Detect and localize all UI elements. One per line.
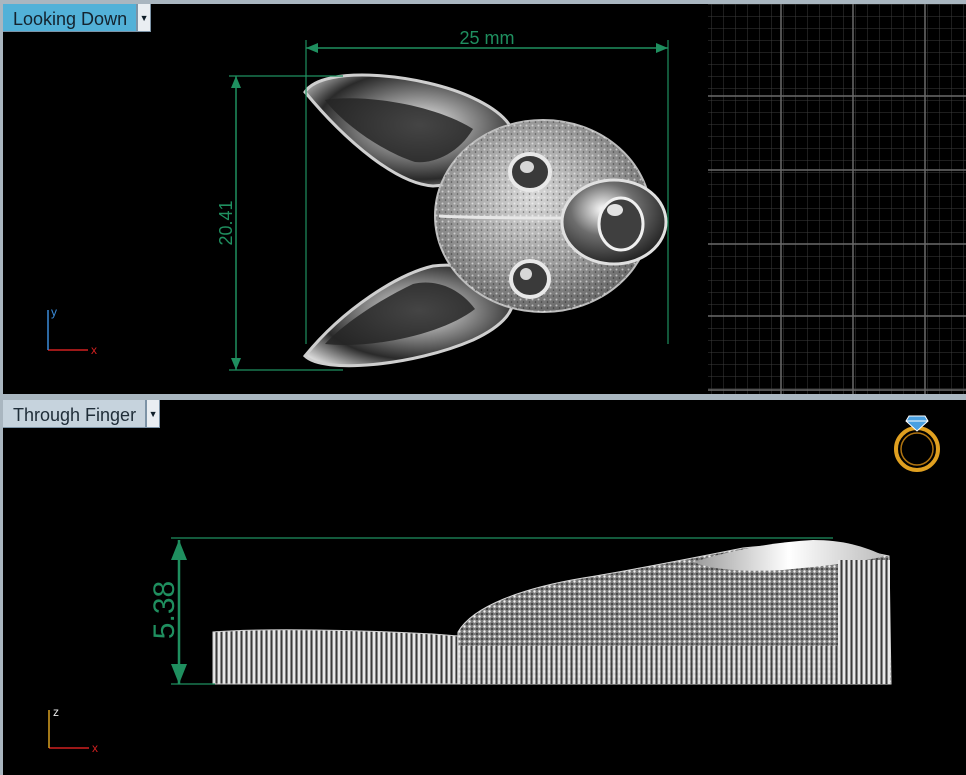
construction-grid bbox=[708, 4, 966, 394]
top-scene: 25 mm 20.41 x y bbox=[47, 4, 966, 394]
bunny-model-side[interactable] bbox=[212, 540, 892, 685]
dimension-height-label: 20.41 bbox=[216, 200, 236, 245]
bunny-model-top[interactable] bbox=[302, 73, 668, 368]
axis-indicator-xz: x z bbox=[48, 705, 98, 755]
viewport-through-finger[interactable]: Through Finger ▼ 5.38 x z bbox=[3, 400, 966, 775]
axis-x-label: x bbox=[92, 741, 98, 755]
axis-x-label: x bbox=[91, 343, 97, 357]
viewport-tab-looking-down[interactable]: Looking Down ▼ bbox=[3, 4, 152, 32]
axis-z-label: z bbox=[53, 705, 59, 719]
dimension-thickness-label: 5.38 bbox=[148, 581, 181, 639]
chevron-down-icon[interactable]: ▼ bbox=[137, 4, 152, 32]
viewport-tab-label[interactable]: Through Finger bbox=[3, 400, 147, 428]
axis-y-label: y bbox=[51, 305, 57, 319]
ring-gem-icon[interactable] bbox=[894, 415, 940, 472]
viewport-looking-down[interactable]: Looking Down ▼ 25 mm 20.41 x y bbox=[3, 4, 966, 394]
side-scene: 5.38 x z bbox=[48, 415, 940, 755]
viewport-tab-label[interactable]: Looking Down bbox=[3, 4, 138, 32]
axis-indicator-xy: x y bbox=[47, 305, 97, 357]
viewport-tab-through-finger[interactable]: Through Finger ▼ bbox=[3, 400, 161, 428]
dimension-width-label: 25 mm bbox=[459, 28, 514, 48]
chevron-down-icon[interactable]: ▼ bbox=[146, 400, 161, 428]
dimension-height[interactable]: 20.41 bbox=[216, 75, 343, 371]
